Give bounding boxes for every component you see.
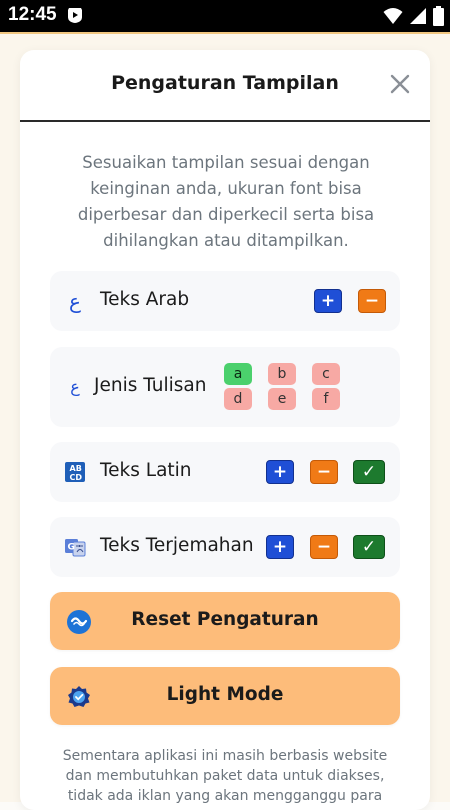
signal-icon	[410, 8, 426, 24]
abcd-icon: AB CD	[65, 462, 85, 482]
font-option-c[interactable]: c	[312, 363, 340, 385]
dialog-header: Pengaturan Tampilan	[20, 50, 430, 122]
arabic-letter-icon: ع	[70, 376, 80, 396]
arab-font-increase-button[interactable]: +	[314, 289, 342, 313]
row-label-jenis-tulisan: Jenis Tulisan	[94, 375, 207, 396]
battery-icon	[433, 6, 444, 26]
system-icons	[383, 6, 444, 26]
svg-text:AB: AB	[70, 464, 82, 473]
row-label-teks-arab: Teks Arab	[100, 289, 190, 310]
svg-text:G: G	[68, 543, 75, 553]
wifi-icon	[383, 8, 403, 24]
translation-font-decrease-button[interactable]: −	[310, 535, 338, 559]
footer-note: Sementara aplikasi ini masih berbasis we…	[62, 748, 388, 804]
row-label-teks-latin: Teks Latin	[100, 460, 192, 481]
latin-font-decrease-button[interactable]: −	[310, 460, 338, 484]
font-option-b[interactable]: b	[268, 363, 296, 385]
translate-icon: G	[65, 539, 86, 557]
arab-font-decrease-button[interactable]: −	[358, 289, 386, 313]
row-teks-arab: ع Teks Arab + −	[50, 271, 400, 331]
reset-settings-label: Reset Pengaturan	[131, 609, 319, 630]
light-mode-button[interactable]: Light Mode	[50, 667, 400, 725]
font-option-d[interactable]: d	[224, 388, 252, 410]
dialog-title: Pengaturan Tampilan	[111, 72, 339, 94]
latin-font-increase-button[interactable]: +	[266, 460, 294, 484]
font-option-e[interactable]: e	[268, 388, 296, 410]
font-option-a[interactable]: a	[224, 363, 252, 385]
app-notification-icon	[68, 8, 82, 23]
light-mode-label: Light Mode	[166, 684, 284, 705]
row-label-teks-terjemahan: Teks Terjemahan	[100, 535, 254, 556]
arabic-letter-icon: ع	[69, 289, 81, 313]
settings-dialog: Pengaturan Tampilan Sesuaikan tampilan s…	[20, 50, 430, 810]
row-teks-latin: AB CD Teks Latin + − ✓	[50, 442, 400, 502]
dialog-description: Sesuaikan tampilan sesuai dengan keingin…	[77, 153, 375, 250]
reset-settings-button[interactable]: Reset Pengaturan	[50, 592, 400, 650]
row-jenis-tulisan: ع Jenis Tulisan a b c d e f	[50, 347, 400, 427]
latin-visibility-toggle[interactable]: ✓	[353, 460, 385, 484]
status-time: 12:45	[8, 4, 57, 25]
row-teks-terjemahan: G Teks Terjemahan + − ✓	[50, 517, 400, 577]
font-option-f[interactable]: f	[312, 388, 340, 410]
svg-text:CD: CD	[70, 473, 83, 482]
translation-visibility-toggle[interactable]: ✓	[353, 535, 385, 559]
close-icon[interactable]	[388, 72, 412, 96]
status-bar: 12:45	[0, 0, 450, 32]
translation-font-increase-button[interactable]: +	[266, 535, 294, 559]
